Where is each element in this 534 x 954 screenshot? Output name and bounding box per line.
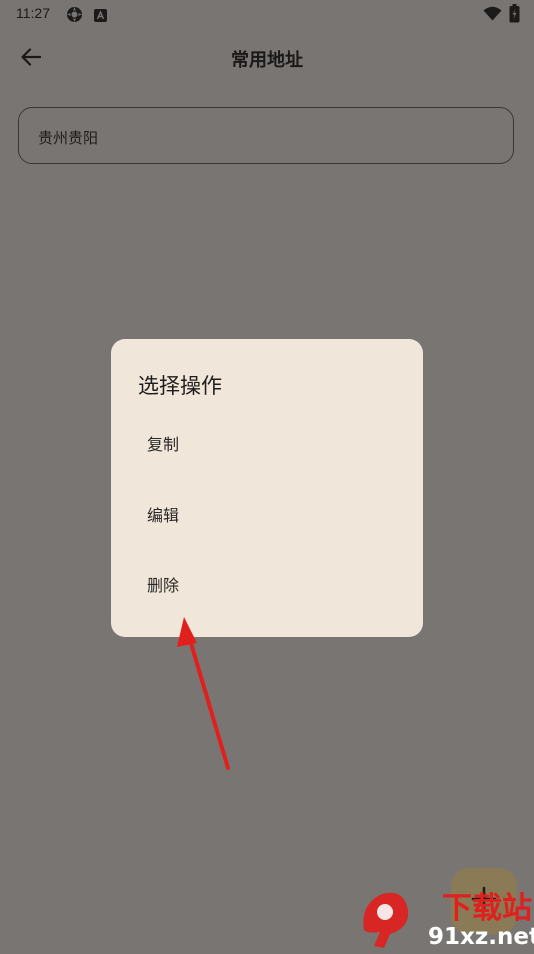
watermark-bottom-text: 91xz.net (428, 924, 534, 950)
watermark: 下载站 91xz.net (360, 884, 534, 950)
action-dialog: 选择操作 复制 编辑 删除 (111, 339, 423, 637)
copy-option[interactable]: 复制 (147, 425, 397, 465)
delete-option[interactable]: 删除 (147, 566, 397, 606)
a-box-icon (94, 7, 107, 26)
status-time: 11:27 (16, 5, 50, 21)
address-text: 贵州贵阳 (38, 129, 99, 147)
address-list-item[interactable]: 贵州贵阳 (18, 107, 514, 164)
edit-option[interactable]: 编辑 (147, 496, 397, 536)
watermark-logo (363, 892, 409, 948)
battery-icon (509, 4, 520, 27)
watermark-top-text: 下载站 (442, 891, 532, 926)
app-bar: 常用地址 (0, 28, 534, 88)
screen: 11:27 常用地址 贵州贵阳 选择操作 复制 编辑 删除 下载站 91xz.n… (0, 0, 534, 950)
status-bar: 11:27 (0, 0, 534, 28)
wifi-icon (483, 6, 502, 25)
dialog-title: 选择操作 (138, 374, 222, 398)
settings-app-icon (66, 6, 83, 27)
page-title: 常用地址 (231, 50, 303, 70)
